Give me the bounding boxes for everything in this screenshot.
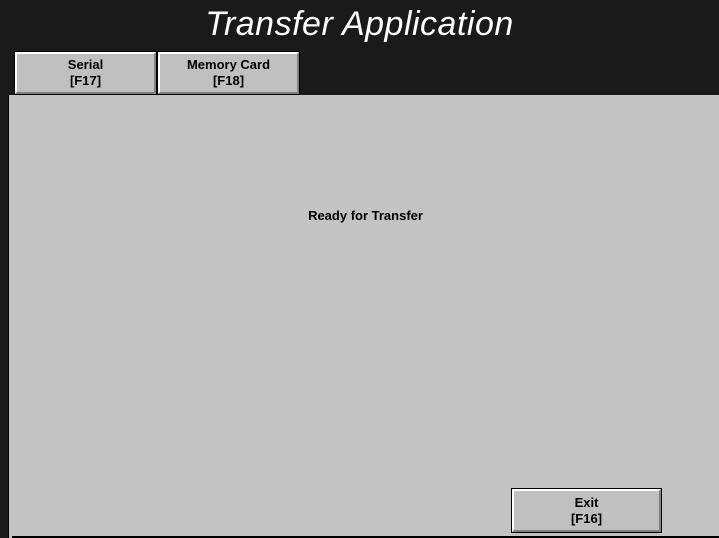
status-message: Ready for Transfer	[308, 208, 423, 223]
exit-button-label: Exit	[574, 494, 599, 510]
transfer-application-window: Transfer Application Serial [F17] Memory…	[0, 0, 719, 538]
tab-serial[interactable]: Serial [F17]	[14, 51, 157, 95]
tab-memory-card-label: Memory Card	[186, 57, 271, 72]
tab-serial-label: Serial	[67, 57, 104, 72]
main-panel: Ready for Transfer Exit [F16]	[12, 95, 719, 538]
title-bar: Transfer Application	[0, 0, 719, 50]
tab-memory-card-key: [F18]	[212, 73, 245, 88]
exit-button[interactable]: Exit [F16]	[511, 488, 662, 533]
app-title: Transfer Application	[205, 5, 514, 43]
tab-serial-key: [F17]	[69, 73, 102, 88]
exit-button-key: [F16]	[570, 510, 603, 526]
tab-memory-card[interactable]: Memory Card [F18]	[157, 51, 300, 95]
